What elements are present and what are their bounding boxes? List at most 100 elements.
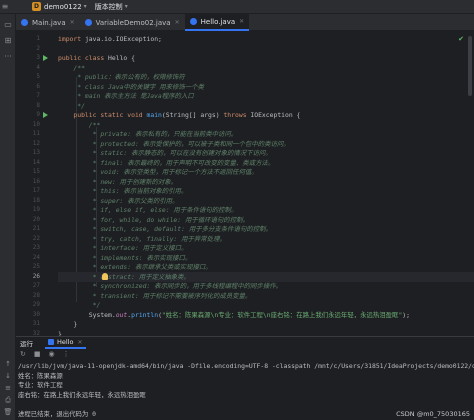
more-icon[interactable]: ···	[3, 52, 13, 62]
structure-icon[interactable]: ⊞	[3, 36, 13, 46]
code-token: Hello	[108, 54, 132, 62]
code-line[interactable]: * synchronized: 表示同步的，用于多线程编程中的同步操作。	[58, 281, 474, 291]
run-config-icon	[48, 339, 54, 345]
code-line[interactable]: * for, while, do while: 用于循环语句的控制。	[58, 215, 474, 225]
line-number: 3	[36, 54, 40, 61]
console-line: 姓名：陈果森源	[18, 371, 63, 380]
code-token: * synchronized: 表示同步的，用于多线程编程中的同步操作。	[58, 282, 282, 290]
code-line[interactable]: * void: 表示空类型，用于标记一个方法不返回任何值。	[58, 167, 474, 177]
vcs-widget[interactable]: 版本控制	[95, 2, 123, 12]
code-token: * main 表示主方法 是Java程序的入口	[58, 92, 194, 100]
chevron-down-icon[interactable]: ▾	[125, 3, 128, 10]
code-line[interactable]: * abstract: 用于定义抽象类。	[58, 271, 474, 282]
code-line[interactable]: */	[58, 300, 474, 310]
code-line[interactable]: */	[58, 101, 474, 111]
wrap-icon[interactable]: ≡	[3, 383, 13, 393]
close-icon[interactable]: ✕	[239, 18, 244, 25]
code-line[interactable]: System.out.println("姓名：陈果森源\n专业：软件工程\n座右…	[58, 310, 474, 320]
print-icon[interactable]: ⎙	[3, 395, 13, 405]
main-menu-icon[interactable]: ≡	[0, 0, 10, 14]
run-header: 运行 Hello ✕	[16, 337, 474, 349]
code-line[interactable]: }	[58, 319, 474, 329]
close-icon[interactable]: ✕	[70, 19, 75, 26]
more-icon[interactable]: ⋮	[63, 350, 70, 358]
code-line[interactable]: }	[58, 329, 474, 337]
code-token: );	[402, 310, 410, 319]
editor-gutter: 1 2 3 4 5 6 7 8 9 10 11 12 13 14 15 16 17 18 19 20 21 22 23 24 2…	[16, 32, 58, 336]
close-icon[interactable]: ✕	[175, 19, 180, 26]
code-line[interactable]: * implements: 表示实现接口。	[58, 253, 474, 263]
stop-icon[interactable]: ■	[34, 350, 41, 358]
code-line[interactable]: * super: 表示父类的引用。	[58, 196, 474, 206]
line-number: 29	[32, 301, 40, 308]
code-line[interactable]: * try, catch, finally: 用于异常处理。	[58, 234, 474, 244]
code-token: * this: 表示当前对象的引用。	[58, 187, 188, 195]
code-line[interactable]: * this: 表示当前对象的引用。	[58, 186, 474, 196]
line-number: 6	[36, 82, 40, 90]
code-token: * transient: 用于标记不需要被序列化的成员变量。	[58, 291, 252, 300]
code-line[interactable]: * class Java中的关键字 用来修饰一个类	[58, 82, 474, 92]
line-number: 8	[36, 101, 40, 109]
code-line[interactable]: import java.io.IOException;	[58, 34, 474, 44]
run-gutter-icon[interactable]	[43, 54, 48, 61]
console-line: /usr/lib/jvm/java-11-openjdk-amd64/bin/j…	[18, 362, 474, 370]
code-token: /**	[58, 63, 85, 72]
editor-tab[interactable]: VariableDemo02.java ✕	[80, 14, 185, 31]
code-line[interactable]: * static: 表示静态的，可以在没有创建对象的情况下访问。	[58, 148, 474, 158]
chevron-down-icon[interactable]: ▾	[84, 3, 87, 10]
rerun-icon[interactable]: ↻	[20, 350, 26, 358]
code-token: public class	[58, 54, 109, 62]
line-number: 31	[32, 320, 40, 327]
code-token: * class Java中的关键字 用来修饰一个类	[58, 82, 204, 91]
code-area[interactable]: import java.io.IOException; public class …	[58, 32, 474, 336]
code-line[interactable]: * interface: 用于定义接口。	[58, 243, 474, 253]
code-line[interactable]: * public：表示公有的，权限修饰符	[58, 72, 474, 82]
code-line[interactable]: * private: 表示私有的，只能在当前类中访问。	[58, 129, 474, 139]
lightbulb-icon[interactable]	[102, 273, 108, 280]
code-line[interactable]: * switch, case, default: 用于多分支条件语句的控制。	[58, 224, 474, 234]
inspection-ok-icon[interactable]: ✔	[458, 35, 464, 43]
code-token: * new: 用于创建新的对象。	[58, 177, 178, 186]
line-number: 16	[32, 177, 40, 185]
down-arrow-icon[interactable]: ↓	[3, 371, 13, 381]
trash-icon[interactable]: 🗑	[3, 407, 13, 417]
code-line[interactable]	[58, 44, 474, 54]
close-icon[interactable]: ✕	[77, 339, 82, 346]
line-number: 25	[32, 263, 40, 270]
code-line[interactable]: public class Hello {	[58, 53, 474, 63]
code-line[interactable]: * if, else if, else: 用于条件语句的控制。	[58, 205, 474, 215]
code-token: * try, catch, finally: 用于异常处理。	[58, 234, 226, 243]
code-token: * interface: 用于定义接口。	[58, 244, 188, 252]
code-line[interactable]: * extends: 表示继承父类或实现接口。	[58, 262, 474, 272]
line-number: 5	[36, 73, 40, 80]
camera-icon[interactable]: ◉	[49, 350, 55, 358]
project-name[interactable]: demo0122	[44, 3, 82, 11]
code-line[interactable]: * transient: 用于标记不需要被序列化的成员变量。	[58, 291, 474, 301]
code-line[interactable]: * final: 表示最终的，用于声明不可改变的变量、类或方法。	[58, 158, 474, 168]
code-line[interactable]: * protected: 表示受保护的，可以被子类和同一个包中的类访问。	[58, 139, 474, 149]
run-tab-hello[interactable]: Hello ✕	[45, 337, 86, 349]
code-line[interactable]: /**	[58, 63, 474, 73]
run-gutter-icon[interactable]	[43, 111, 48, 118]
line-number: 19	[32, 206, 40, 213]
code-token: * abstract: 用于定义抽象类。	[58, 272, 190, 281]
code-line[interactable]: * main 表示主方法 是Java程序的入口	[58, 91, 474, 101]
line-number: 18	[32, 196, 40, 204]
editor-scrollbar[interactable]	[468, 36, 472, 96]
line-number: 14	[32, 158, 40, 166]
project-badge[interactable]: D	[32, 2, 41, 11]
project-folder-icon[interactable]: ▭	[3, 20, 13, 30]
code-line[interactable]: public static void main(String[] args) t…	[58, 110, 474, 120]
line-number: 27	[32, 282, 40, 289]
code-line[interactable]: /**	[58, 120, 474, 130]
code-line[interactable]: * new: 用于创建新的对象。	[58, 177, 474, 187]
line-number: 2	[36, 44, 40, 52]
editor-tab[interactable]: Main.java ✕	[16, 14, 80, 31]
editor-tab[interactable]: Hello.java ✕	[184, 14, 250, 31]
up-arrow-icon[interactable]: ↑	[3, 359, 13, 369]
code-token: java.io.IOException;	[84, 35, 162, 43]
code-token: throws	[223, 111, 251, 119]
line-number: 9	[36, 111, 40, 118]
code-editor[interactable]: 1 2 3 4 5 6 7 8 9 10 11 12 13 14 15 16 17 18 19 20 21 22 23 24 2…	[16, 32, 474, 336]
run-title: 运行	[20, 340, 33, 348]
